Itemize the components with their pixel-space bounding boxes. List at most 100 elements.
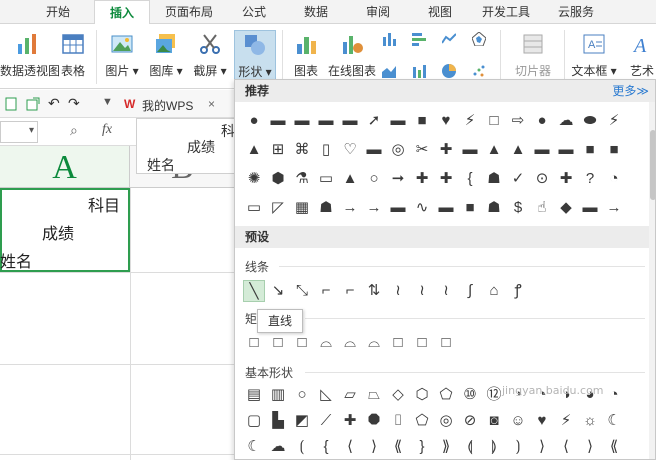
shape-button[interactable]: 形状 ▾ [234,30,276,86]
recommended-shape-icon[interactable]: □ [483,110,505,132]
online-chart-button[interactable]: 在线图表 [326,30,378,86]
basic-shape-icon[interactable]: ○ [291,384,313,406]
basic-shape-icon[interactable]: ⏢ [363,384,385,406]
pie-chart-icon[interactable] [442,64,456,78]
basic-shape-icon[interactable]: ⯃ [363,410,385,432]
recommended-shape-icon[interactable]: → [339,197,361,219]
basic-shape-icon[interactable]: ☺ [507,410,529,432]
recommended-shape-icon[interactable]: ☗ [315,197,337,219]
recommended-shape-icon[interactable]: ● [531,110,553,132]
tab-home[interactable]: 开始 [30,0,86,24]
recommended-shape-icon[interactable]: ▬ [267,110,289,132]
line-shape-icon[interactable]: ⌐ [339,280,361,302]
basic-shape-icon[interactable]: ⟭ [483,436,505,458]
rectangle-shape-icon[interactable]: □ [411,332,433,354]
quick-access-dropdown-icon[interactable]: ▼ [102,96,113,108]
basic-shape-icon[interactable]: } [411,436,433,458]
doc-tab[interactable]: W 我的WPS × [122,94,228,116]
basic-shape-icon[interactable]: ⟫ [435,436,457,458]
column-chart-icon[interactable] [382,32,396,46]
basic-shape-icon[interactable]: ⟪ [603,436,625,458]
rectangle-shape-icon[interactable]: ⌓ [315,332,337,354]
basic-shape-icon[interactable]: ◩ [291,410,313,432]
recommended-shape-icon[interactable]: ⌘ [291,139,313,161]
rectangle-shape-icon[interactable]: □ [243,332,265,354]
basic-shape-icon[interactable]: ⑩ [459,384,481,406]
recommended-shape-icon[interactable]: ▬ [315,110,337,132]
rectangle-shape-icon[interactable]: □ [291,332,313,354]
slicer-button[interactable]: 切片器 [508,30,558,86]
pivot-chart-button[interactable]: 数据透视图 [0,30,60,86]
recommended-shape-icon[interactable]: ⚡ [603,110,625,132]
basic-shape-icon[interactable]: ◙ [483,410,505,432]
line-shape-icon[interactable]: ≀ [387,280,409,302]
recommended-shape-icon[interactable]: ▬ [459,139,481,161]
cell-a1[interactable]: 科目 成绩 姓名 [0,188,130,272]
recommended-shape-icon[interactable]: ■ [411,110,433,132]
recommended-shape-icon[interactable]: ▬ [579,197,601,219]
tab-developer[interactable]: 开发工具 [474,0,538,24]
recommended-shape-icon[interactable]: ▬ [291,110,313,132]
column-header-a[interactable]: A [0,146,130,188]
basic-shape-icon[interactable]: ▱ [339,384,361,406]
basic-shape-icon[interactable]: ☾ [243,436,265,458]
basic-shape-icon[interactable]: ☼ [579,410,601,432]
recommended-shape-icon[interactable]: ▦ [291,197,313,219]
more-link[interactable]: 更多≫ [612,80,649,102]
basic-shape-icon[interactable]: ⟮ [291,436,313,458]
stock-chart-icon[interactable] [412,64,426,78]
recommended-shape-icon[interactable]: ⬢ [267,168,289,190]
bar-chart-icon[interactable] [412,32,426,46]
recommended-shape-icon[interactable]: ■ [603,139,625,161]
basic-shape-icon[interactable]: ⟩ [579,436,601,458]
radar-chart-icon[interactable] [472,32,486,46]
basic-shape-icon[interactable]: ⟩ [363,436,385,458]
basic-shape-icon[interactable]: ⬡ [411,384,433,406]
basic-shape-icon[interactable]: ☾ [603,410,625,432]
recommended-shape-icon[interactable]: ➞ [387,168,409,190]
recommended-shape-icon[interactable]: → [603,197,625,219]
recommended-shape-icon[interactable]: ♡ [339,139,361,161]
recommended-shape-icon[interactable]: ☗ [483,197,505,219]
recommended-shape-icon[interactable]: ⊞ [267,139,289,161]
line-shape-icon[interactable]: ╲ [243,280,265,302]
undo-icon[interactable]: ↶ [48,95,60,112]
basic-shape-icon[interactable]: ⟪ [387,436,409,458]
new-icon[interactable] [4,97,18,111]
recommended-shape-icon[interactable]: ⬬ [579,110,601,132]
recommended-shape-icon[interactable]: ➚ [363,110,385,132]
basic-shape-icon[interactable]: ⟯ [507,436,529,458]
basic-shape-icon[interactable]: ◺ [315,384,337,406]
scatter-chart-icon[interactable] [472,64,486,78]
basic-shape-icon[interactable]: ▢ [243,410,265,432]
gallery-button[interactable]: 图库 ▾ [146,30,186,86]
recommended-shape-icon[interactable]: ▭ [243,197,265,219]
basic-shape-icon[interactable]: ◎ [435,410,457,432]
basic-shape-icon[interactable]: ◇ [387,384,409,406]
basic-shape-icon[interactable]: ⟩ [531,436,553,458]
recommended-shape-icon[interactable]: ✚ [435,139,457,161]
recommended-shape-icon[interactable]: ■ [579,139,601,161]
recommended-shape-icon[interactable]: ▬ [363,139,385,161]
recommended-shape-icon[interactable]: ? [579,168,601,190]
recommended-shape-icon[interactable]: ■ [459,197,481,219]
textbox-button[interactable]: A 文本框 ▾ [568,30,620,86]
line-shape-icon[interactable]: ⤡ [291,280,313,302]
recommended-shape-icon[interactable]: ◎ [387,139,409,161]
recommended-shape-icon[interactable]: ▬ [387,197,409,219]
line-shape-icon[interactable]: ꝭ [507,280,529,302]
name-box-dropdown-icon[interactable]: ▾ [29,125,34,136]
recommended-shape-icon[interactable]: ▲ [339,168,361,190]
line-shape-icon[interactable]: ≀ [435,280,457,302]
recommended-shape-icon[interactable]: ▬ [387,110,409,132]
basic-shape-icon[interactable]: ⬠ [411,410,433,432]
recommended-shape-icon[interactable]: ▬ [435,197,457,219]
doc-tab-close-icon[interactable]: × [208,97,215,111]
name-box[interactable]: ▾ [0,121,38,143]
rectangle-shape-icon[interactable]: □ [267,332,289,354]
basic-shape-icon[interactable]: ⬠ [435,384,457,406]
recommended-shape-icon[interactable]: ▯ [315,139,337,161]
basic-shape-icon[interactable]: ◔ [603,384,625,406]
recommended-shape-icon[interactable]: ✚ [555,168,577,190]
basic-shape-icon[interactable]: ♥ [531,410,553,432]
